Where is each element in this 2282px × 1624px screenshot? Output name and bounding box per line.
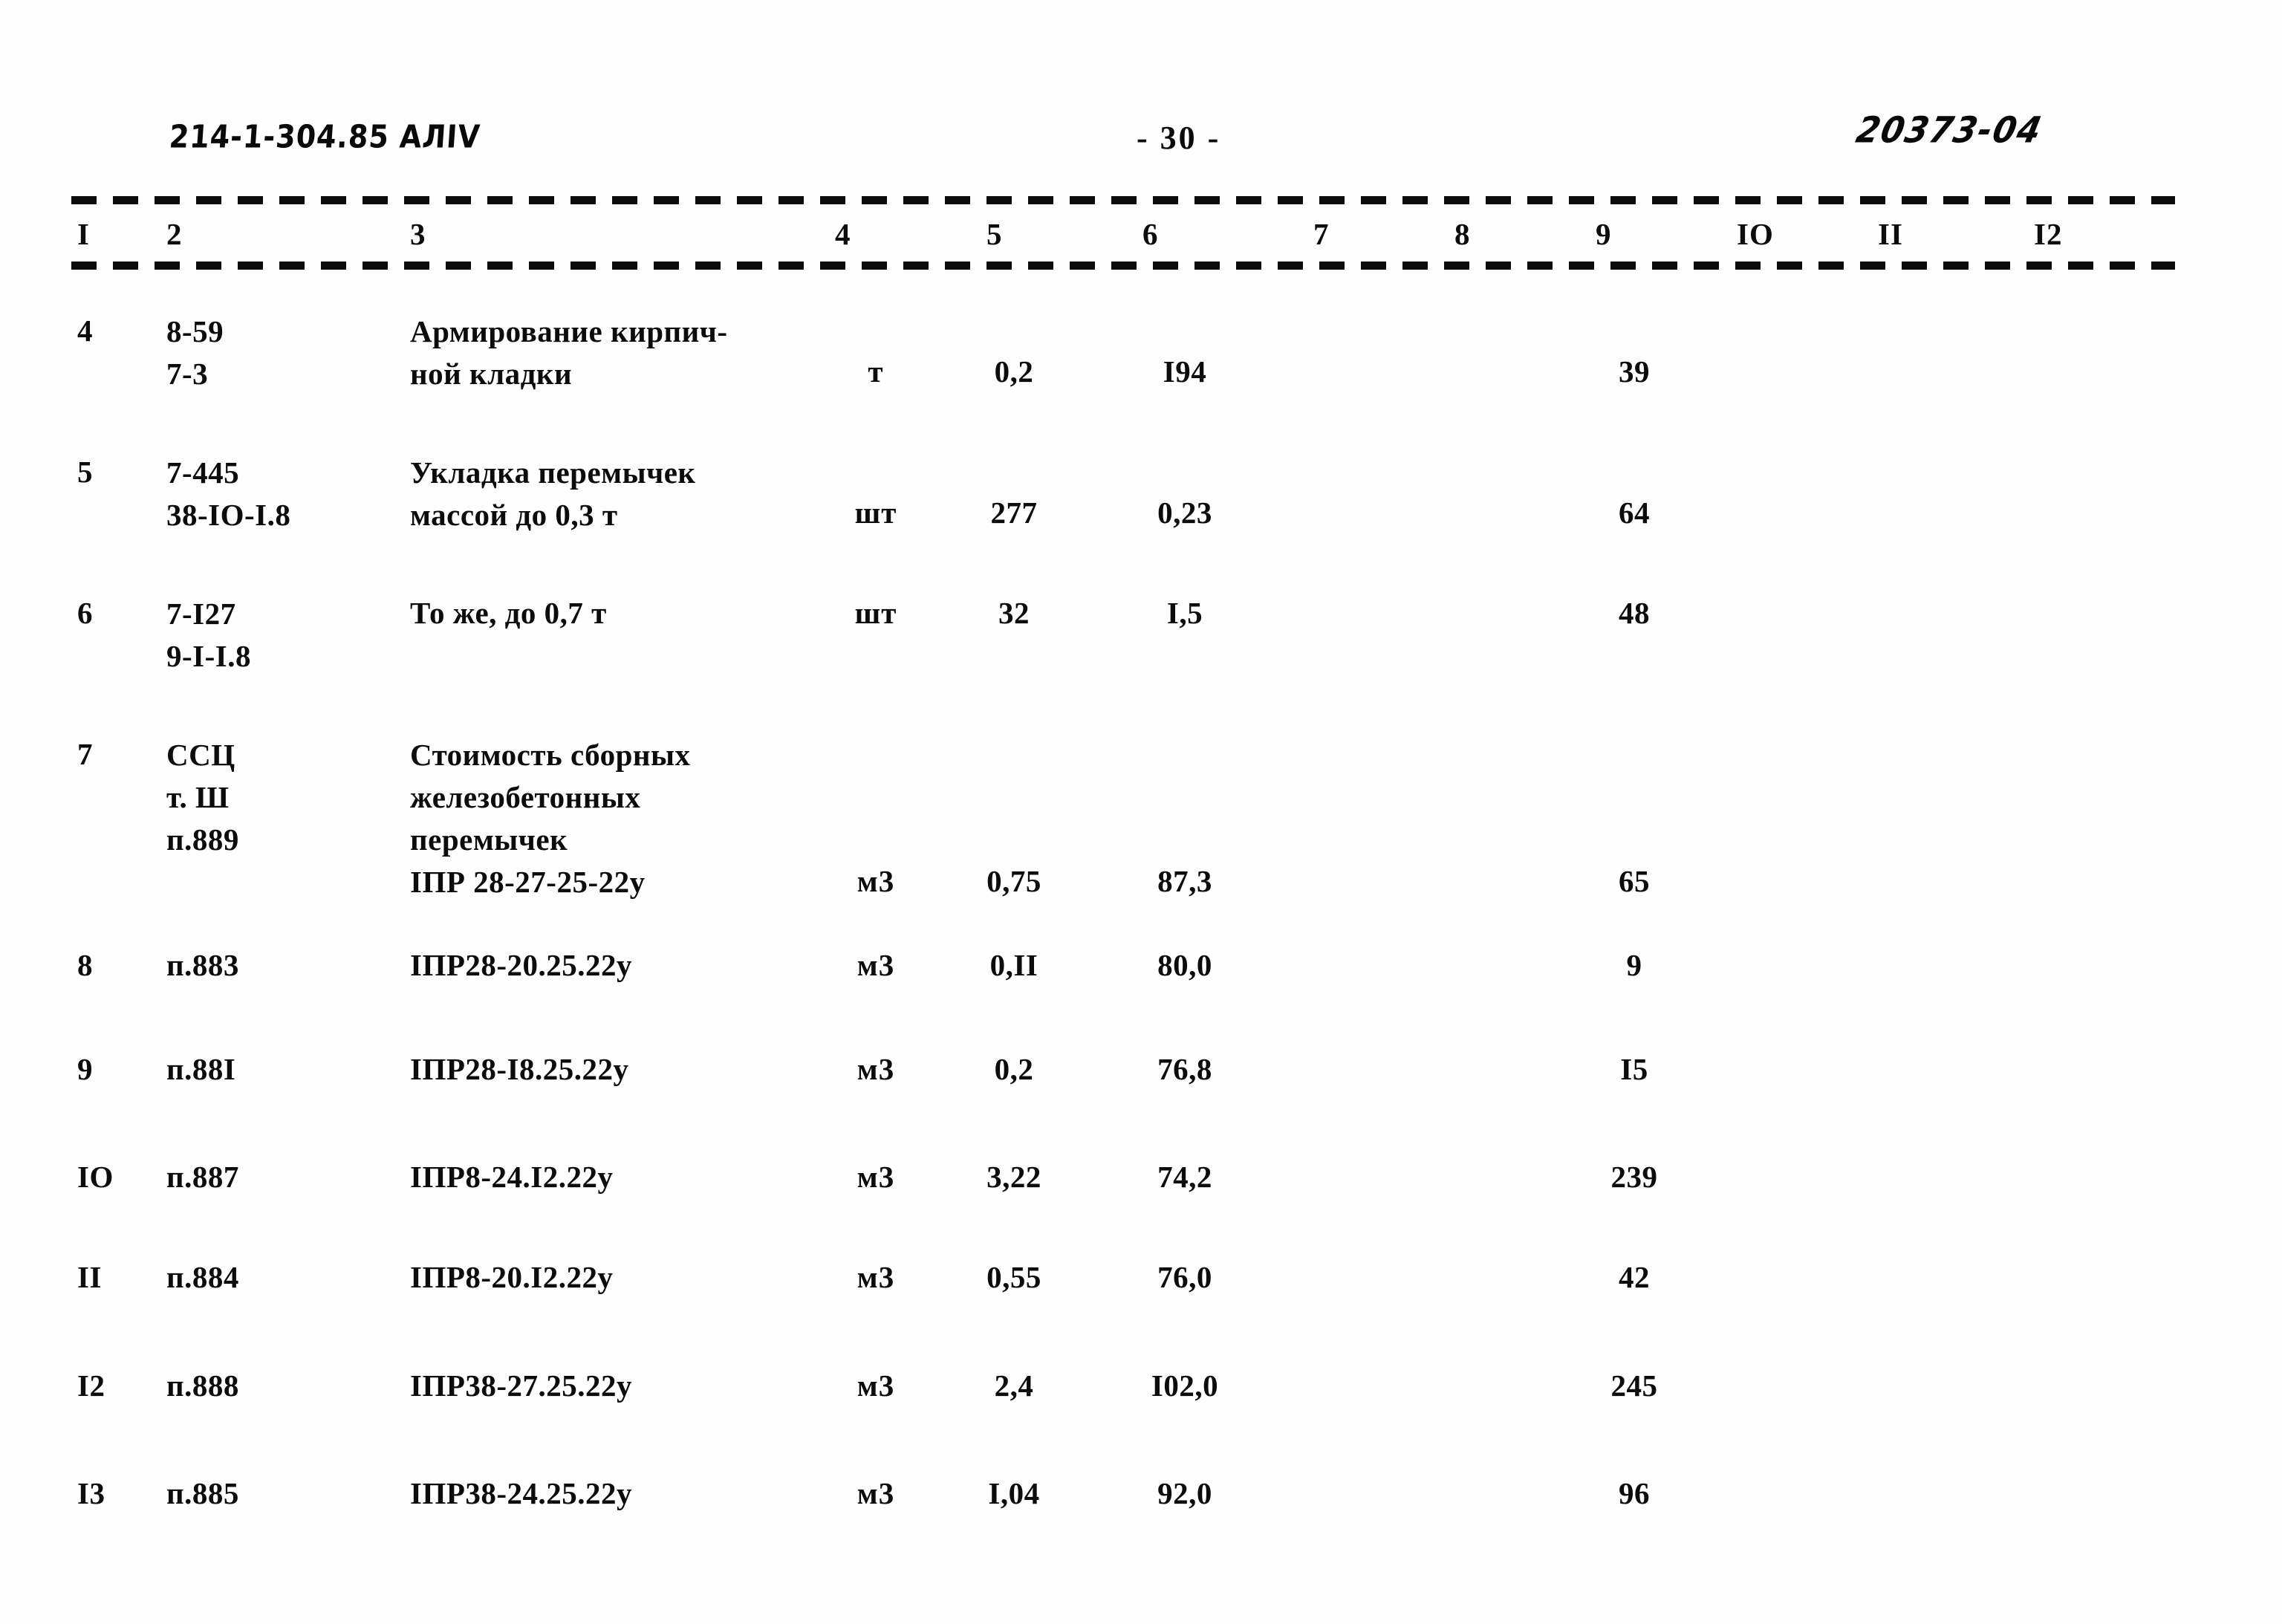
column-header-4: 4	[835, 217, 851, 251]
row-unit: т	[868, 354, 884, 389]
row-number: 4	[77, 314, 93, 348]
row-total: 64	[1619, 496, 1650, 530]
row-price: 76,8	[1157, 1052, 1212, 1086]
row-name: Укладка перемычек массой до 0,3 т	[410, 455, 696, 532]
row-number: 6	[77, 596, 93, 630]
row-total: 65	[1619, 864, 1650, 898]
row-price: 76,0	[1157, 1260, 1212, 1294]
row-total: 245	[1610, 1368, 1658, 1403]
column-header-5: 5	[986, 217, 1003, 251]
estimate-table: I 2 3 4 5 6 7 8 9 IO II I2 4 8-59 7-3 Ар…	[0, 0, 2282, 1624]
row-name: IПР38-24.25.22у	[410, 1476, 633, 1510]
row-quantity: 2,4	[994, 1368, 1034, 1403]
row-quantity: 277	[990, 496, 1038, 530]
row-code: п.884	[166, 1260, 239, 1294]
row-number: IO	[77, 1160, 114, 1194]
row-price: 74,2	[1157, 1160, 1212, 1194]
row-name: IПР8-20.I2.22у	[410, 1260, 614, 1294]
column-header-12: I2	[2034, 217, 2063, 251]
row-code: п.888	[166, 1368, 239, 1403]
column-header-6: 6	[1142, 217, 1159, 251]
row-total: 39	[1619, 354, 1650, 389]
row-unit: м3	[856, 1052, 895, 1086]
row-total: I5	[1620, 1052, 1648, 1086]
row-price: I02,0	[1151, 1368, 1219, 1403]
row-name: IПР28-I8.25.22у	[410, 1052, 629, 1086]
row-total: 42	[1619, 1260, 1650, 1294]
row-name: IПР8-24.I2.22у	[410, 1160, 614, 1194]
row-unit: м3	[856, 1476, 895, 1510]
row-code: ССЦ т. Ш п.889	[166, 738, 239, 857]
column-header-1: I	[77, 217, 90, 251]
row-name: IПР28-20.25.22у	[410, 948, 633, 982]
row-total: 96	[1619, 1476, 1650, 1510]
row-code: 8-59 7-3	[166, 314, 224, 391]
row-unit: м3	[856, 1260, 895, 1294]
column-header-9: 9	[1596, 217, 1612, 251]
row-quantity: 0,55	[986, 1260, 1041, 1294]
row-code: 7-445 38-IO-I.8	[166, 455, 291, 532]
row-quantity: 0,2	[994, 1052, 1034, 1086]
column-header-8: 8	[1454, 217, 1471, 251]
row-total: 239	[1610, 1160, 1658, 1194]
row-number: I2	[77, 1368, 105, 1403]
row-quantity: 32	[998, 596, 1030, 630]
row-unit: м3	[856, 1368, 895, 1403]
row-price: 87,3	[1157, 864, 1212, 898]
column-header-3: 3	[410, 217, 426, 251]
row-name: Армирование кирпич- ной кладки	[410, 314, 728, 391]
row-name: То же, до 0,7 т	[410, 596, 607, 630]
row-price: I94	[1163, 354, 1207, 389]
row-number: 8	[77, 948, 93, 982]
scanned-page: 214-1-304.85 АЛIV - 30 - 20373-04 I 2 3 …	[0, 0, 2282, 1624]
row-code: п.887	[166, 1160, 239, 1194]
row-name: IПР38-27.25.22у	[410, 1368, 633, 1403]
row-total: 48	[1619, 596, 1650, 630]
row-unit: м3	[856, 1160, 895, 1194]
row-number: 7	[77, 737, 93, 771]
column-header-2: 2	[166, 217, 183, 251]
row-unit: шт	[854, 496, 897, 530]
row-unit: м3	[856, 864, 895, 898]
row-quantity: 3,22	[986, 1160, 1041, 1194]
row-price: I,5	[1166, 596, 1203, 630]
row-price: 92,0	[1157, 1476, 1212, 1510]
row-name: Стоимость сборных железобетонных перемыч…	[410, 738, 691, 899]
row-price: 0,23	[1157, 496, 1212, 530]
row-quantity: 0,2	[994, 354, 1034, 389]
row-quantity: 0,75	[986, 864, 1041, 898]
row-code: п.885	[166, 1476, 239, 1510]
row-code: п.883	[166, 948, 239, 982]
row-price: 80,0	[1157, 948, 1212, 982]
column-header-10: IO	[1737, 217, 1774, 251]
row-total: 9	[1626, 948, 1642, 982]
row-number: II	[77, 1260, 102, 1294]
row-code: п.88I	[166, 1052, 236, 1086]
row-quantity: I,04	[988, 1476, 1040, 1510]
row-number: I3	[77, 1476, 105, 1510]
row-number: 5	[77, 455, 93, 489]
row-code: 7-I27 9-I-I.8	[166, 597, 251, 673]
column-header-11: II	[1878, 217, 1903, 251]
column-header-7: 7	[1313, 217, 1330, 251]
row-quantity: 0,II	[989, 948, 1038, 982]
row-unit: шт	[854, 596, 897, 630]
row-unit: м3	[856, 948, 895, 982]
row-number: 9	[77, 1052, 93, 1086]
